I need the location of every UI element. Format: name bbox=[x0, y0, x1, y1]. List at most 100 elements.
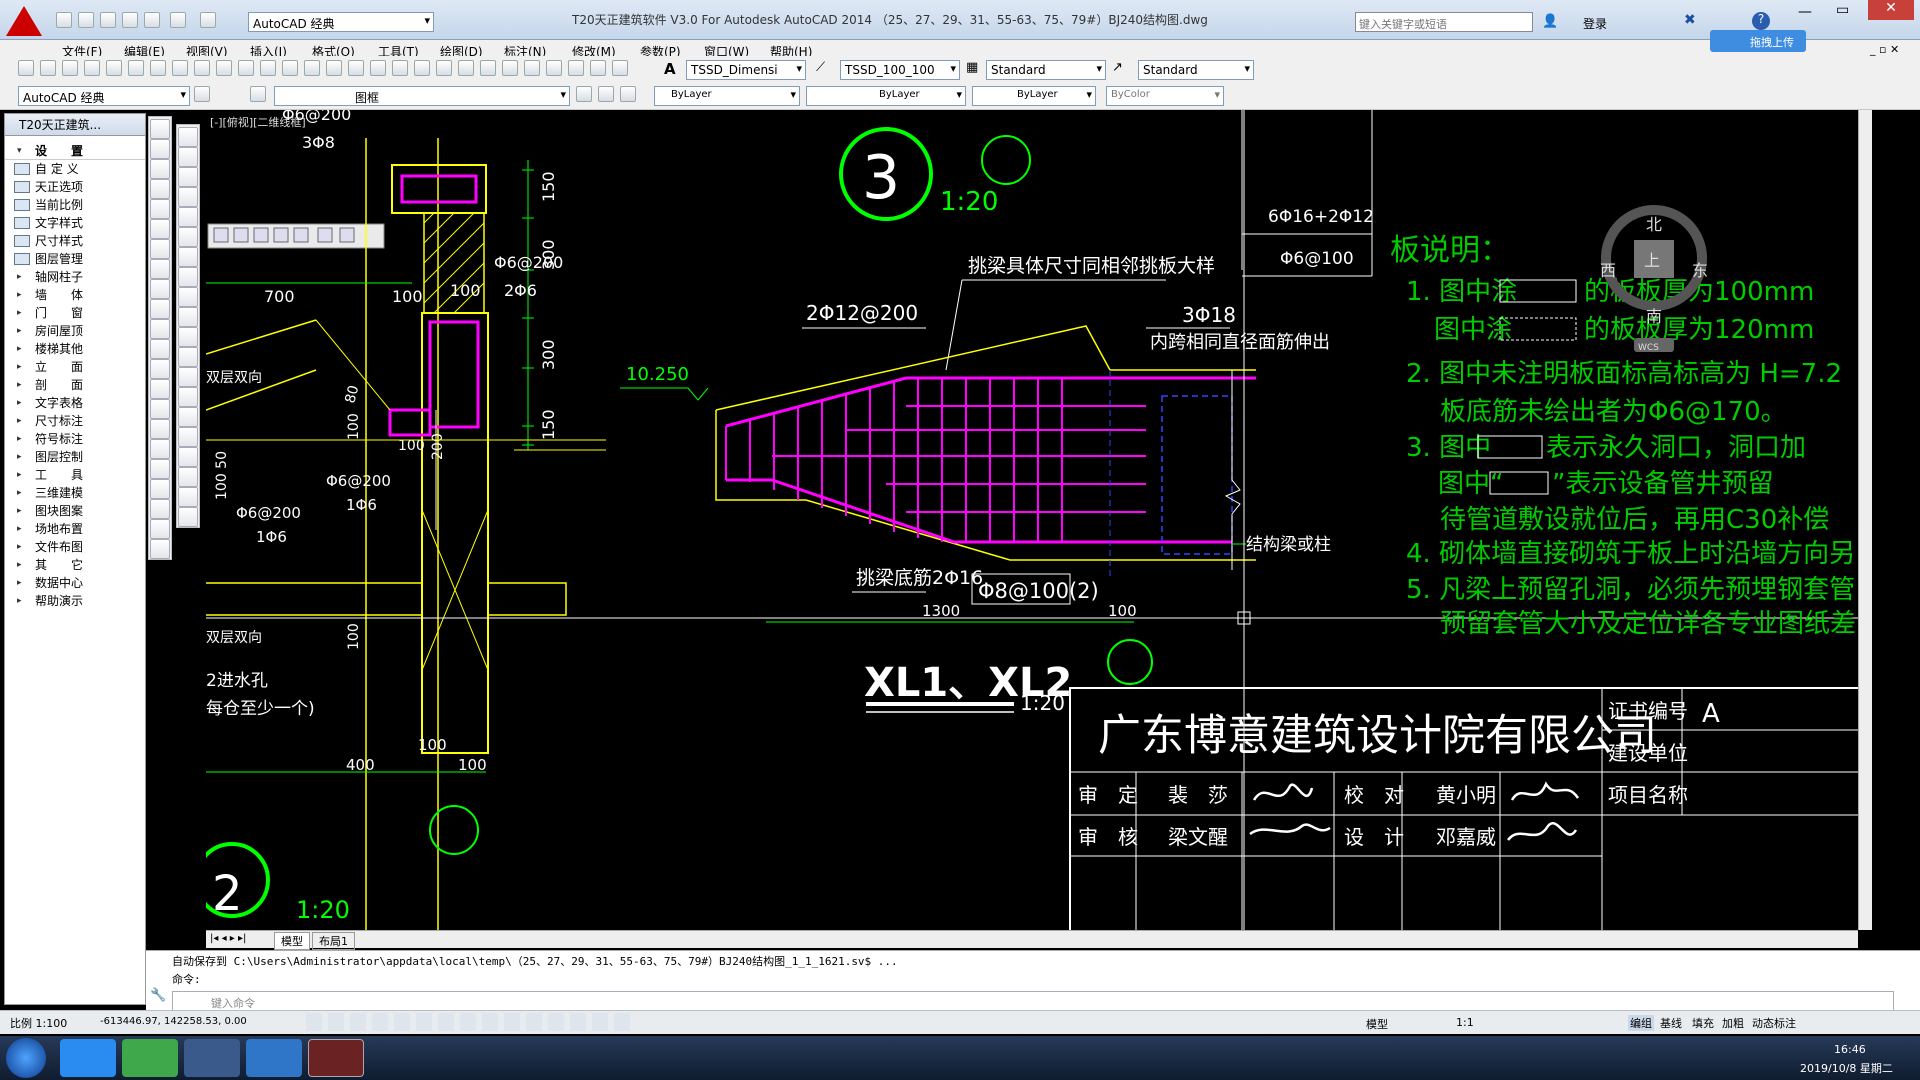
tool-icon[interactable] bbox=[178, 427, 198, 447]
tool-icon[interactable] bbox=[178, 307, 198, 327]
panel-item[interactable]: 自 定 义 bbox=[5, 160, 145, 178]
wrench-icon[interactable]: 🔧 bbox=[150, 988, 166, 1003]
tool-icon[interactable] bbox=[150, 519, 170, 539]
drawing-canvas[interactable]: [-][俯视][二维线框] Φ6@200 3Φ8 700 100 100 Φ6@… bbox=[206, 110, 1858, 930]
panel-item[interactable]: ▸ 图层控制 bbox=[5, 448, 145, 466]
mleader-style-select[interactable]: Standard bbox=[1138, 60, 1254, 80]
tool-icon[interactable] bbox=[150, 339, 170, 359]
layer-match-icon[interactable] bbox=[598, 86, 614, 102]
group-toggle[interactable]: 编组 bbox=[1628, 1015, 1654, 1031]
tool-icon[interactable] bbox=[150, 299, 170, 319]
tool-icon[interactable] bbox=[150, 279, 170, 299]
tool-icon[interactable] bbox=[178, 387, 198, 407]
tool-icon[interactable] bbox=[282, 60, 298, 76]
annotation-scale[interactable]: 1:1 bbox=[1456, 1016, 1474, 1029]
layer-select[interactable]: 图框 bbox=[274, 86, 570, 106]
compass-south[interactable]: 南 bbox=[1646, 307, 1662, 326]
tool-icon[interactable] bbox=[260, 60, 276, 76]
tool-icon[interactable] bbox=[106, 60, 122, 76]
table-style-icon[interactable]: ▦ bbox=[966, 60, 978, 75]
tool-icon[interactable] bbox=[458, 60, 474, 76]
tool-icon[interactable] bbox=[172, 60, 188, 76]
panel-item[interactable]: ▸ 剖 面 bbox=[5, 376, 145, 394]
tool-icon[interactable] bbox=[40, 60, 56, 76]
tab-nav-arrows[interactable]: |◂ ◂ ▸ ▸| bbox=[210, 933, 246, 944]
scale-select[interactable]: 比例 1:100 bbox=[10, 1015, 67, 1031]
panel-item[interactable]: ▸ 文件布图 bbox=[5, 538, 145, 556]
tool-icon[interactable] bbox=[150, 539, 170, 559]
tool-icon[interactable] bbox=[568, 60, 584, 76]
tool-icon[interactable] bbox=[194, 60, 210, 76]
panel-item[interactable]: 当前比例 bbox=[5, 196, 145, 214]
tool-icon[interactable] bbox=[326, 60, 342, 76]
table-style-select[interactable]: Standard bbox=[986, 60, 1106, 80]
layer-iso-icon[interactable] bbox=[620, 86, 636, 102]
tool-icon[interactable] bbox=[178, 147, 198, 167]
tool-icon[interactable] bbox=[150, 159, 170, 179]
panel-item[interactable]: ▸ 墙 体 bbox=[5, 286, 145, 304]
bold-toggle[interactable]: 加粗 bbox=[1722, 1015, 1744, 1031]
panel-item[interactable]: ▸ 三维建模 bbox=[5, 484, 145, 502]
panel-item[interactable]: ▸ 场地布置 bbox=[5, 520, 145, 538]
compass-east[interactable]: 东 bbox=[1692, 261, 1708, 280]
tool-icon[interactable] bbox=[178, 167, 198, 187]
tool-icon[interactable] bbox=[414, 60, 430, 76]
tool-icon[interactable] bbox=[612, 60, 628, 76]
viewcube-top[interactable]: 上 bbox=[1644, 251, 1660, 270]
tool-icon[interactable] bbox=[348, 60, 364, 76]
panel-title[interactable]: T20天正建筑... bbox=[5, 114, 145, 136]
layer-manager-icon[interactable] bbox=[250, 86, 266, 102]
panel-item[interactable]: 尺寸样式 bbox=[5, 232, 145, 250]
tool-icon[interactable] bbox=[178, 347, 198, 367]
layer-prev-icon[interactable] bbox=[576, 86, 592, 102]
undo-icon[interactable] bbox=[170, 12, 186, 28]
doc-window-controls[interactable]: _ ▫ ✕ bbox=[1870, 43, 1899, 56]
color-select[interactable]: ByLayer bbox=[654, 86, 800, 106]
panel-item[interactable]: ▸ 数据中心 bbox=[5, 574, 145, 592]
taskbar-cad-icon[interactable] bbox=[184, 1039, 240, 1077]
floating-toolbar[interactable] bbox=[207, 223, 385, 249]
minimize-button[interactable]: — bbox=[1798, 4, 1812, 20]
tool-icon[interactable] bbox=[178, 267, 198, 287]
panel-item[interactable]: ▸ 轴网柱子 bbox=[5, 268, 145, 286]
tool-icon[interactable] bbox=[178, 507, 198, 527]
tool-icon[interactable] bbox=[84, 60, 100, 76]
panel-item[interactable]: ▸ 帮助演示 bbox=[5, 592, 145, 610]
tool-icon[interactable] bbox=[150, 459, 170, 479]
taskbar-baidu-icon[interactable] bbox=[60, 1039, 116, 1077]
tool-icon[interactable] bbox=[150, 239, 170, 259]
panel-item[interactable]: ▸ 楼梯其他 bbox=[5, 340, 145, 358]
drafting-toggles[interactable] bbox=[306, 1013, 636, 1031]
tool-icon[interactable] bbox=[150, 139, 170, 159]
tool-icon[interactable] bbox=[178, 127, 198, 147]
tool-icon[interactable] bbox=[178, 447, 198, 467]
maximize-button[interactable]: ▭ bbox=[1836, 2, 1849, 18]
tool-icon[interactable] bbox=[150, 499, 170, 519]
help-icon[interactable]: ? bbox=[1752, 12, 1770, 30]
tool-icon[interactable] bbox=[502, 60, 518, 76]
tool-icon[interactable] bbox=[178, 487, 198, 507]
tool-icon[interactable] bbox=[150, 379, 170, 399]
exchange-icon[interactable]: ✖ bbox=[1684, 12, 1696, 28]
tool-icon[interactable] bbox=[238, 60, 254, 76]
panel-item[interactable]: ▸ 符号标注 bbox=[5, 430, 145, 448]
dim-style-select[interactable]: TSSD_100_100 bbox=[840, 60, 960, 80]
text-style-select[interactable]: TSSD_Dimensi bbox=[686, 60, 806, 80]
dynamic-dim-toggle[interactable]: 动态标注 bbox=[1752, 1015, 1796, 1031]
panel-item[interactable]: ▸ 尺寸标注 bbox=[5, 412, 145, 430]
panel-item[interactable]: 天正选项 bbox=[5, 178, 145, 196]
tool-icon[interactable] bbox=[178, 327, 198, 347]
command-input[interactable]: 键入命令 bbox=[172, 991, 1894, 1011]
tool-icon[interactable] bbox=[150, 179, 170, 199]
user-icon[interactable]: 👤 bbox=[1542, 14, 1558, 29]
tool-icon[interactable] bbox=[590, 60, 606, 76]
login-link[interactable]: 登录 bbox=[1583, 15, 1607, 32]
workspace-combo[interactable]: AutoCAD 经典 bbox=[18, 86, 190, 106]
tool-icon[interactable] bbox=[150, 399, 170, 419]
tool-icon[interactable] bbox=[150, 119, 170, 139]
clock-time[interactable]: 16:46 bbox=[1834, 1043, 1866, 1056]
print-icon[interactable] bbox=[144, 12, 160, 28]
tool-icon[interactable] bbox=[150, 319, 170, 339]
panel-item[interactable]: ▸ 图块图案 bbox=[5, 502, 145, 520]
upload-button[interactable]: 拖拽上传 bbox=[1710, 30, 1806, 52]
